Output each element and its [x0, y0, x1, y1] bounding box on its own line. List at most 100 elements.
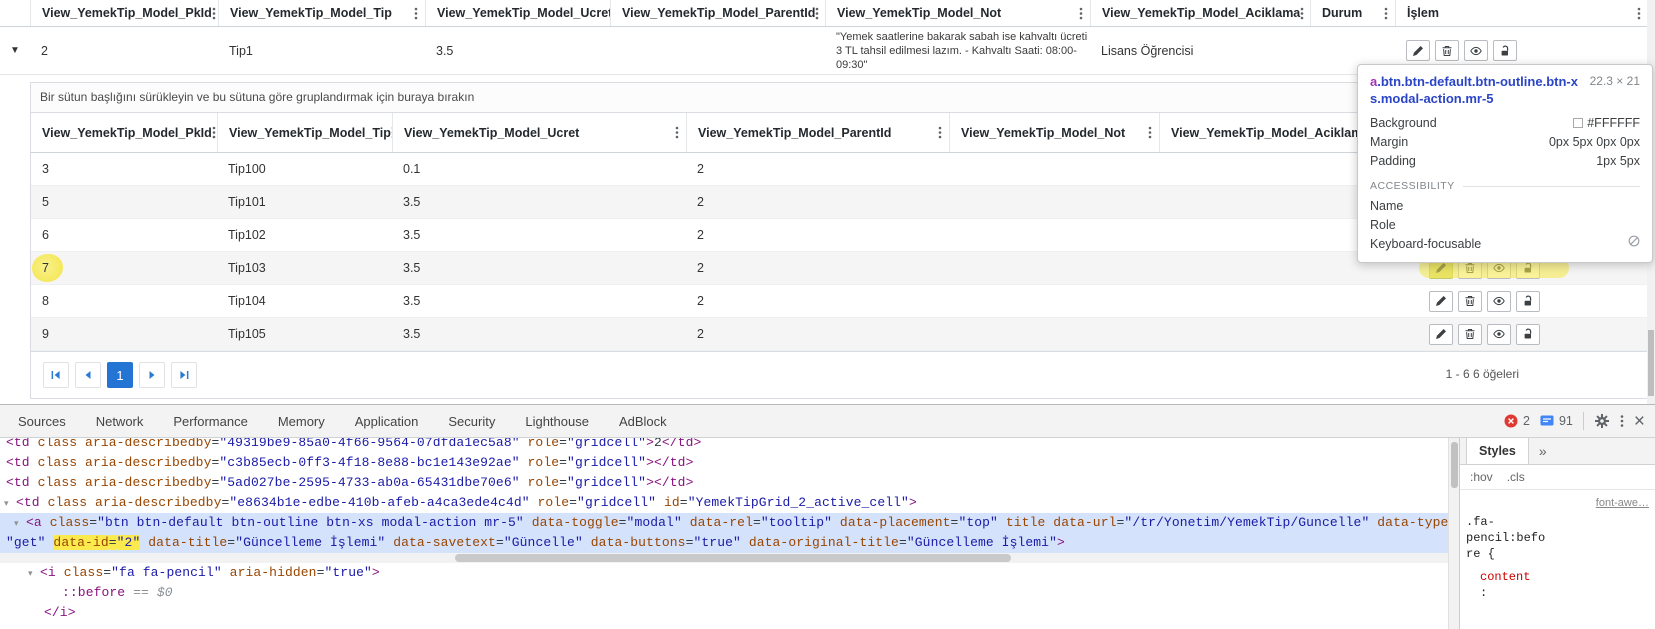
- kebab-menu-icon[interactable]: [1620, 414, 1624, 428]
- detail-row[interactable]: 8 Tip104 3.5 2: [31, 285, 1649, 318]
- cell-ucret: 3.5: [392, 219, 686, 251]
- eye-icon: [1470, 45, 1482, 57]
- column-header-not[interactable]: View_YemekTip_Model_Not: [949, 113, 1159, 152]
- error-count-badge[interactable]: 2: [1504, 414, 1530, 428]
- message-count-badge[interactable]: 91: [1540, 414, 1573, 428]
- column-header-tip[interactable]: View_YemekTip_Model_Tip: [218, 0, 425, 26]
- view-button[interactable]: [1464, 40, 1488, 61]
- rule-selector-line[interactable]: re {: [1466, 546, 1649, 562]
- tab-overflow-chevrons[interactable]: »: [1539, 443, 1547, 459]
- disclosure-arrow-icon[interactable]: ▾: [4, 494, 16, 513]
- column-header-ucret[interactable]: View_YemekTip_Model_Ucret: [425, 0, 610, 26]
- sidebar-tab-bar: Styles »: [1460, 438, 1655, 465]
- delete-button[interactable]: [1458, 291, 1482, 312]
- close-icon[interactable]: ×: [1634, 412, 1645, 431]
- column-header-durum[interactable]: Durum: [1310, 0, 1395, 26]
- view-button[interactable]: [1487, 291, 1511, 312]
- column-header-tip[interactable]: View_YemekTip_Model_Tip: [217, 113, 392, 152]
- tab-performance[interactable]: Performance: [158, 414, 262, 429]
- column-header-aciklama[interactable]: View_YemekTip_Model_Aciklama: [1090, 0, 1310, 26]
- page-number-button[interactable]: 1: [107, 362, 133, 388]
- column-menu-icon[interactable]: [938, 126, 942, 139]
- column-header-pkid[interactable]: View_YemekTip_Model_PkId: [30, 0, 218, 26]
- column-header-aciklama[interactable]: View_YemekTip_Model_Aciklama: [1159, 113, 1381, 152]
- scrollbar-thumb[interactable]: [1451, 442, 1458, 488]
- column-menu-icon[interactable]: [1079, 7, 1083, 20]
- lock-button[interactable]: [1516, 291, 1540, 312]
- edit-button[interactable]: [1429, 324, 1453, 345]
- selector-classes-wrap: s.modal-action.mr-5: [1370, 90, 1640, 107]
- cell-parentid: [610, 27, 825, 74]
- dom-tree-node[interactable]: ▾<a class="btn btn-default btn-outline b…: [0, 513, 1448, 533]
- column-header-not[interactable]: View_YemekTip_Model_Not: [825, 0, 1090, 26]
- trash-icon: [1464, 295, 1476, 307]
- devtools-toolbar-right: 2 91 ×: [1504, 412, 1655, 431]
- column-menu-icon[interactable]: [414, 7, 418, 20]
- dom-tree-node[interactable]: "get" data-id="2" data-title="Güncelleme…: [0, 533, 1448, 553]
- dom-tree-node[interactable]: ▾<i class="fa fa-pencil" aria-hidden="tr…: [0, 563, 1448, 583]
- column-menu-icon[interactable]: [1637, 7, 1641, 20]
- disclosure-arrow-icon[interactable]: ▾: [14, 514, 26, 533]
- rule-selector-line[interactable]: .fa-: [1466, 514, 1649, 530]
- lock-button[interactable]: [1493, 40, 1517, 61]
- rule-selector-line[interactable]: pencil:befo: [1466, 530, 1649, 546]
- selector-classes: .btn.btn-default.btn-outline.btn-x: [1377, 74, 1578, 89]
- disclosure-arrow-icon[interactable]: ▾: [28, 564, 40, 583]
- last-page-button[interactable]: [171, 362, 197, 388]
- column-menu-icon[interactable]: [1300, 7, 1304, 20]
- scrollbar-thumb[interactable]: [1648, 330, 1654, 396]
- column-header-parentid[interactable]: View_YemekTip_Model_ParentId: [610, 0, 825, 26]
- tab-network[interactable]: Network: [81, 414, 159, 429]
- tab-application[interactable]: Application: [340, 414, 434, 429]
- column-label: View_YemekTip_Model_Not: [961, 126, 1125, 140]
- css-property-name[interactable]: content: [1466, 569, 1649, 585]
- edit-button[interactable]: [1429, 291, 1453, 312]
- tab-adblock[interactable]: AdBlock: [604, 414, 682, 429]
- tab-memory[interactable]: Memory: [263, 414, 340, 429]
- row-expander[interactable]: ▼: [0, 27, 30, 74]
- dom-tree-node[interactable]: <td class aria-describedby="49319be9-85a…: [0, 438, 1448, 453]
- delete-button[interactable]: [1435, 40, 1459, 61]
- tab-styles[interactable]: Styles: [1466, 438, 1529, 464]
- dom-tree-node[interactable]: ::before == $0: [0, 583, 1448, 603]
- styles-sidebar: Styles » :hov .cls font-awe… .fa- pencil…: [1459, 438, 1655, 629]
- stylesheet-source-link[interactable]: font-awe…: [1466, 495, 1649, 511]
- toggle-classes[interactable]: .cls: [1507, 470, 1525, 484]
- column-menu-icon[interactable]: [815, 7, 819, 20]
- settings-gear-icon[interactable]: [1594, 413, 1610, 429]
- dom-tree-node[interactable]: <td class aria-describedby="5ad027be-259…: [0, 473, 1448, 493]
- column-menu-icon[interactable]: [212, 7, 216, 20]
- cell-not: [949, 318, 1159, 350]
- next-page-icon: [146, 369, 158, 381]
- tooltip-background-row: Background #FFFFFF: [1370, 114, 1640, 133]
- delete-button[interactable]: [1458, 324, 1482, 345]
- horizontal-scrollbar[interactable]: [0, 553, 1448, 563]
- dom-tree-node[interactable]: ▾<td class aria-describedby="e8634b1e-ed…: [0, 493, 1448, 513]
- tab-sources[interactable]: Sources: [3, 414, 81, 429]
- column-header-parentid[interactable]: View_YemekTip_Model_ParentId: [686, 113, 949, 152]
- dom-tree-node[interactable]: <td class aria-describedby="c3b85ecb-0ff…: [0, 453, 1448, 473]
- next-page-button[interactable]: [139, 362, 165, 388]
- prev-page-button[interactable]: [75, 362, 101, 388]
- column-menu-icon[interactable]: [212, 126, 216, 139]
- column-label: View_YemekTip_Model_Tip: [229, 126, 391, 140]
- column-header-pkid[interactable]: View_YemekTip_Model_PkId: [31, 113, 217, 152]
- edit-button[interactable]: [1406, 40, 1430, 61]
- column-menu-icon[interactable]: [1148, 126, 1152, 139]
- scrollbar-thumb[interactable]: [455, 554, 1011, 562]
- detail-row[interactable]: 9 Tip105 3.5 2: [31, 318, 1649, 351]
- column-menu-icon[interactable]: [1384, 7, 1388, 20]
- cell-not: [949, 153, 1159, 185]
- column-header-islem[interactable]: İşlem: [1395, 0, 1648, 26]
- lock-button[interactable]: [1516, 324, 1540, 345]
- tab-security[interactable]: Security: [433, 414, 510, 429]
- toggle-hover-state[interactable]: :hov: [1470, 470, 1493, 484]
- column-label: View_YemekTip_Model_Aciklama: [1171, 126, 1369, 140]
- view-button[interactable]: [1487, 324, 1511, 345]
- column-header-ucret[interactable]: View_YemekTip_Model_Ucret: [392, 113, 686, 152]
- dom-tree-node[interactable]: </i>: [0, 603, 1448, 623]
- tab-lighthouse[interactable]: Lighthouse: [510, 414, 604, 429]
- vertical-scrollbar[interactable]: [1448, 438, 1459, 629]
- column-menu-icon[interactable]: [675, 126, 679, 139]
- first-page-button[interactable]: [43, 362, 69, 388]
